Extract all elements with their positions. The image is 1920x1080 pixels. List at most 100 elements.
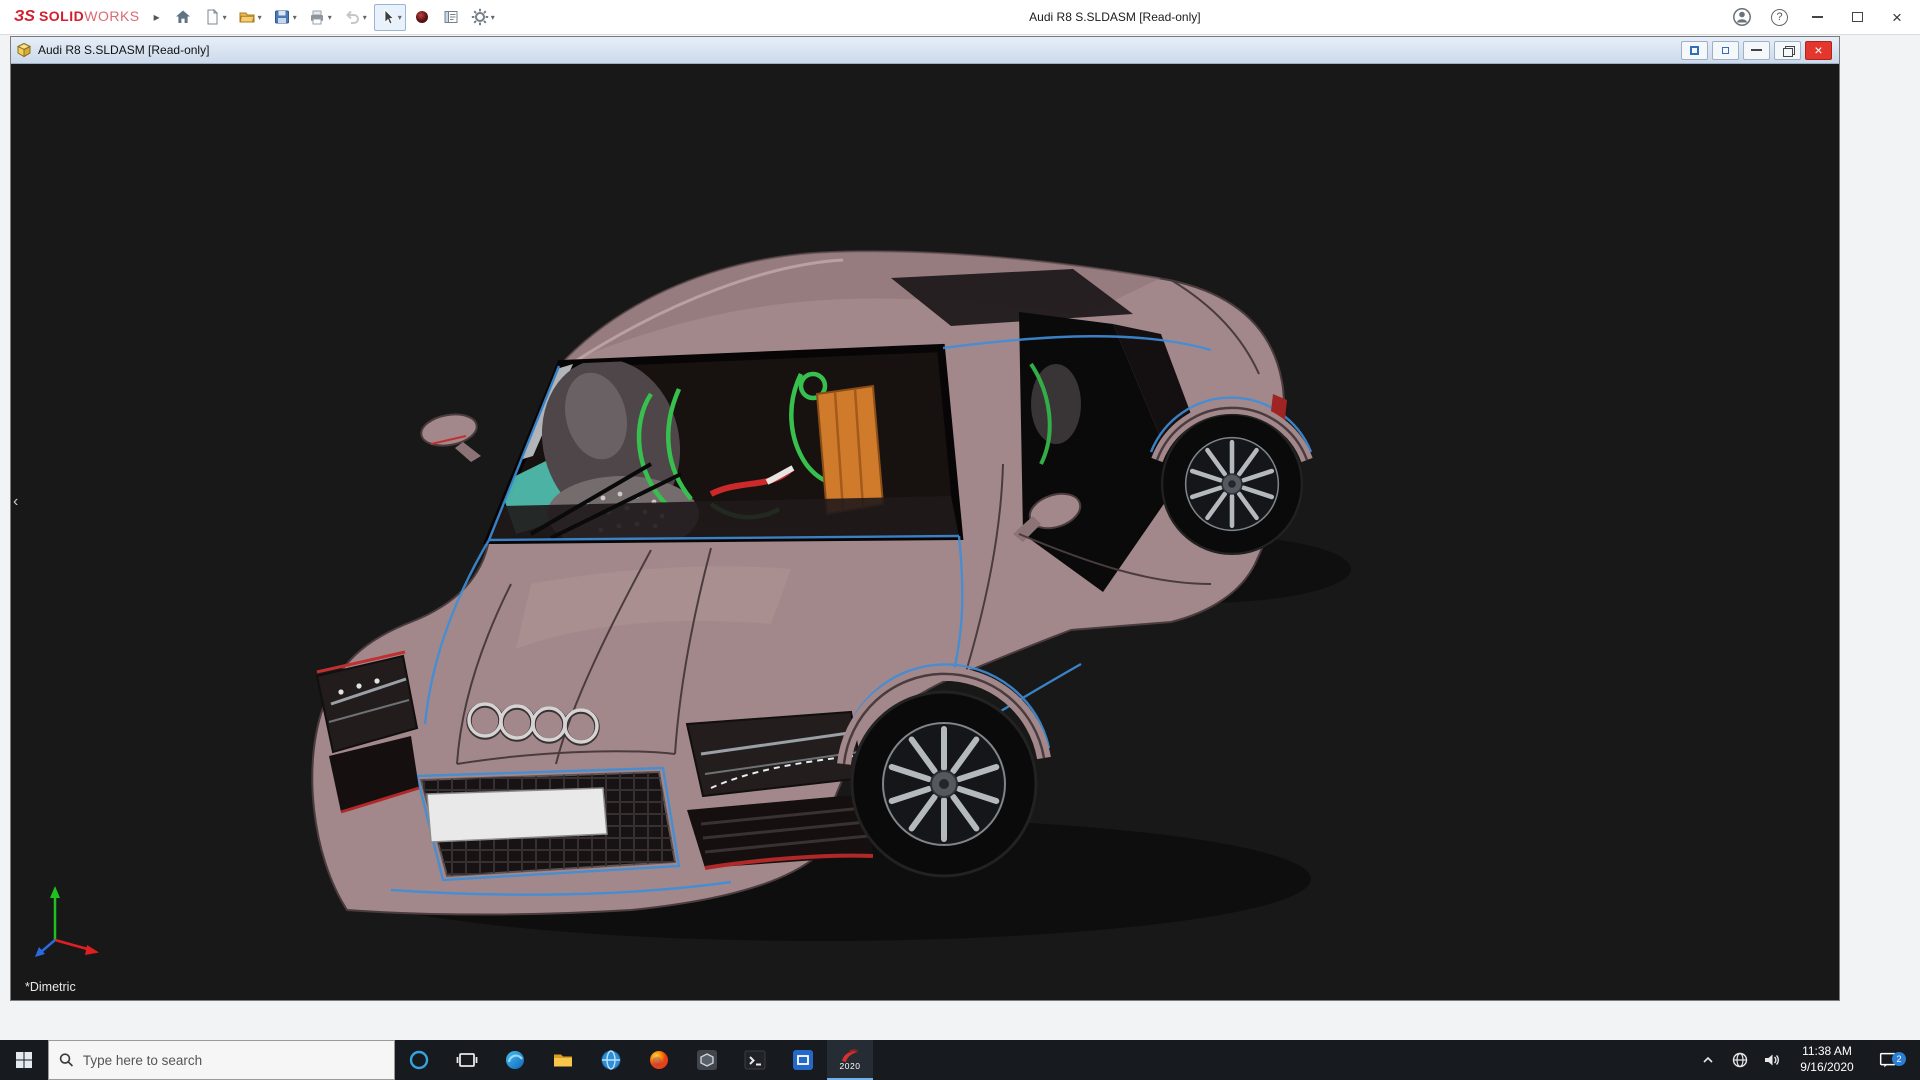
new-document-icon (203, 8, 221, 26)
home-button[interactable] (170, 4, 196, 31)
app-window-controls: ? × (1731, 6, 1908, 28)
save-button[interactable]: ▾ (269, 4, 301, 31)
view-orientation-label: *Dimetric (25, 980, 76, 994)
document-title: Audi R8 S.SLDASM [Read-only] (38, 43, 1681, 57)
graphics-viewport[interactable]: ‹ *Dimetric (11, 64, 1839, 1000)
network-globe-icon (1731, 1051, 1749, 1069)
task-view-icon (455, 1048, 479, 1072)
maximize-icon (1852, 12, 1863, 22)
doc-minimize-button[interactable] (1743, 41, 1770, 60)
start-button[interactable] (0, 1040, 48, 1080)
chevron-up-icon (1701, 1053, 1715, 1067)
close-button[interactable]: × (1886, 6, 1908, 28)
chevron-down-icon[interactable]: ▾ (293, 13, 297, 22)
document-titlebar[interactable]: Audi R8 S.SLDASM [Read-only] × (11, 37, 1839, 64)
task-pane-button[interactable] (438, 4, 464, 31)
media-app-button[interactable] (779, 1040, 827, 1080)
doc-close-button[interactable]: × (1805, 41, 1832, 60)
menu-flyout-arrow-icon[interactable]: ▸ (154, 10, 160, 24)
file-explorer-icon (551, 1048, 575, 1072)
close-icon: × (1892, 9, 1902, 26)
doc-restore-button[interactable] (1774, 41, 1801, 60)
taskbar-clock[interactable]: 11:38 AM 9/16/2020 (1789, 1044, 1865, 1075)
cortana-button[interactable] (395, 1040, 443, 1080)
print-icon (308, 8, 326, 26)
notification-badge: 2 (1892, 1052, 1906, 1066)
browser-button[interactable] (587, 1040, 635, 1080)
search-input[interactable] (83, 1053, 384, 1068)
tray-expand-button[interactable] (1693, 1053, 1723, 1067)
user-account-icon (1732, 7, 1752, 27)
undo-button[interactable]: ▾ (339, 4, 371, 31)
undo-icon (343, 8, 361, 26)
document-window: Audi R8 S.SLDASM [Read-only] × (10, 36, 1840, 1001)
view-marker-button[interactable] (409, 4, 435, 31)
app-window-title: Audi R8 S.SLDASM [Read-only] (499, 10, 1731, 24)
cad-cube-icon (695, 1048, 719, 1072)
chevron-down-icon[interactable]: ▾ (491, 13, 495, 22)
minimize-icon (1812, 16, 1823, 18)
document-window-controls: × (1681, 41, 1832, 60)
chevron-down-icon[interactable]: ▾ (328, 13, 332, 22)
orientation-triad (33, 878, 113, 966)
chevron-down-icon[interactable]: ▾ (258, 13, 262, 22)
network-button[interactable] (1725, 1051, 1755, 1069)
select-cursor-icon (378, 8, 396, 26)
taskbar: 2020 11:38 AM 9/16/2020 2 (0, 1040, 1920, 1080)
chevron-down-icon[interactable]: ▾ (223, 13, 227, 22)
clock-time: 11:38 AM (1789, 1044, 1865, 1060)
minimize-button[interactable] (1806, 6, 1828, 28)
taskbar-spacer (873, 1040, 1693, 1080)
speaker-icon (1763, 1051, 1781, 1069)
terminal-button[interactable] (731, 1040, 779, 1080)
quick-access-toolbar: ▾ ▾ ▾ ▾ ▾ ▾ ▾ (170, 4, 499, 31)
action-center-button[interactable]: 2 (1867, 1049, 1909, 1071)
maximize-button[interactable] (1846, 6, 1868, 28)
system-tray: 11:38 AM 9/16/2020 2 (1693, 1040, 1920, 1080)
windows-logo-icon (15, 1051, 33, 1069)
gear-icon (471, 8, 489, 26)
clock-date: 9/16/2020 (1789, 1060, 1865, 1076)
cad-viewer-button[interactable] (683, 1040, 731, 1080)
cortana-icon (408, 1049, 430, 1071)
account-button[interactable] (1731, 6, 1753, 28)
firefox-icon (647, 1048, 671, 1072)
red-sphere-icon (413, 8, 431, 26)
chevron-down-icon[interactable]: ▾ (363, 13, 367, 22)
task-view-button[interactable] (443, 1040, 491, 1080)
select-tool-button[interactable]: ▾ (374, 4, 406, 31)
doc-pane-toggle-2-button[interactable] (1712, 41, 1739, 60)
volume-button[interactable] (1757, 1051, 1787, 1069)
task-pane-icon (442, 8, 460, 26)
pane-icon (1690, 46, 1699, 55)
featuremanager-collapse-tab[interactable]: ‹ (13, 494, 18, 510)
3ds-logo-icon: ЗS (14, 8, 35, 26)
taskbar-search[interactable] (48, 1040, 395, 1080)
save-icon (273, 8, 291, 26)
open-button[interactable]: ▾ (234, 4, 266, 31)
pane-icon (1722, 47, 1729, 54)
globe-browser-icon (599, 1048, 623, 1072)
new-document-button[interactable]: ▾ (199, 4, 231, 31)
assembly-document-icon (16, 42, 32, 58)
help-button[interactable]: ? (1771, 9, 1788, 26)
blue-window-icon (791, 1048, 815, 1072)
edge-button[interactable] (491, 1040, 539, 1080)
car-model-render (11, 64, 1839, 1000)
firefox-button[interactable] (635, 1040, 683, 1080)
edge-icon (503, 1048, 527, 1072)
solidworks-logo: ЗS SOLID WORKS (14, 8, 140, 26)
options-button[interactable]: ▾ (467, 4, 499, 31)
app-titlebar: ЗS SOLID WORKS ▸ ▾ ▾ ▾ ▾ ▾ ▾ (0, 0, 1920, 35)
solidworks-year-badge: 2020 (840, 1061, 861, 1071)
restore-icon (1783, 46, 1793, 55)
minimize-icon (1751, 49, 1762, 51)
doc-pane-toggle-1-button[interactable] (1681, 41, 1708, 60)
print-button[interactable]: ▾ (304, 4, 336, 31)
solidworks-taskbar-button[interactable]: 2020 (827, 1040, 873, 1080)
open-folder-icon (238, 8, 256, 26)
chevron-down-icon[interactable]: ▾ (398, 13, 402, 22)
terminal-icon (743, 1048, 767, 1072)
search-icon (59, 1052, 74, 1068)
file-explorer-button[interactable] (539, 1040, 587, 1080)
